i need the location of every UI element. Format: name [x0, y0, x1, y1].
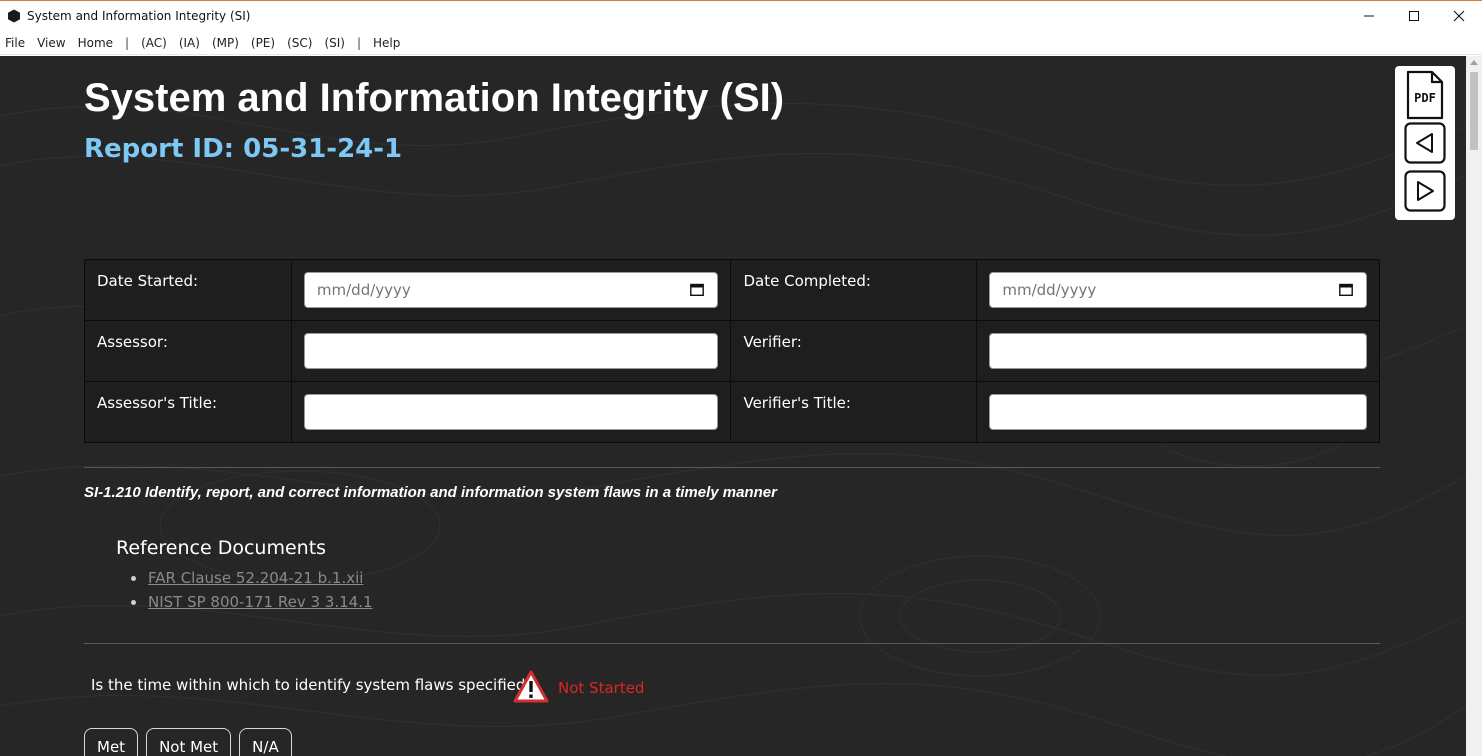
assessor-input[interactable]: [303, 333, 719, 369]
calendar-icon[interactable]: [690, 283, 705, 296]
verifier-title-label: Verifier's Title:: [730, 381, 978, 443]
minimize-icon: [1364, 15, 1374, 17]
reference-link-nist[interactable]: NIST SP 800-171 Rev 3 3.14.1: [148, 593, 373, 611]
question-text: Is the time within which to identify sys…: [91, 676, 534, 694]
vertical-scrollbar[interactable]: [1466, 56, 1482, 756]
date-started-input[interactable]: [303, 272, 719, 308]
date-completed-input[interactable]: [989, 272, 1367, 308]
date-completed-label: Date Completed:: [730, 259, 978, 321]
triangle-right-icon: [1404, 170, 1446, 212]
menu-home[interactable]: Home: [78, 36, 113, 50]
control-title: SI-1.210 Identify, report, and correct i…: [84, 484, 777, 501]
status-text: Not Started: [558, 679, 645, 697]
section-divider: [84, 643, 1380, 644]
list-item: FAR Clause 52.204-21 b.1.xii: [131, 566, 373, 590]
menu-help[interactable]: Help: [373, 36, 400, 50]
menu-ia[interactable]: (IA): [179, 36, 200, 50]
menu-mp[interactable]: (MP): [212, 36, 239, 50]
pdf-label: PDF: [1414, 91, 1436, 105]
bullet-icon: [131, 599, 136, 605]
not-met-button[interactable]: Not Met: [146, 728, 232, 756]
maximize-icon: [1409, 11, 1419, 21]
scroll-up-arrow-icon[interactable]: [1470, 60, 1478, 65]
date-started-label: Date Started:: [84, 259, 292, 321]
section-divider: [84, 467, 1380, 468]
list-item: NIST SP 800-171 Rev 3 3.14.1: [131, 590, 373, 614]
verifier-title-input[interactable]: [989, 394, 1367, 430]
verifier-label: Verifier:: [730, 320, 978, 382]
menu-separator: |: [356, 36, 362, 50]
close-button[interactable]: [1436, 1, 1482, 31]
window-title: System and Information Integrity (SI): [27, 9, 251, 23]
warning-triangle-icon: [513, 670, 549, 703]
pdf-export-button[interactable]: PDF: [1404, 70, 1446, 120]
menu-pe[interactable]: (PE): [251, 36, 275, 50]
close-icon: [1453, 10, 1465, 22]
calendar-icon[interactable]: [1339, 283, 1353, 296]
maximize-button[interactable]: [1391, 1, 1437, 31]
na-button[interactable]: N/A: [239, 728, 292, 756]
menu-file[interactable]: File: [5, 36, 25, 50]
menu-separator: |: [125, 36, 130, 50]
page-title: System and Information Integrity (SI): [84, 76, 785, 120]
assessor-title-label: Assessor's Title:: [84, 381, 292, 443]
reference-link-far[interactable]: FAR Clause 52.204-21 b.1.xii: [148, 569, 363, 587]
triangle-left-icon: [1404, 122, 1446, 164]
assessor-title-input[interactable]: [303, 394, 719, 430]
reference-documents-heading: Reference Documents: [116, 537, 327, 559]
previous-button[interactable]: [1404, 122, 1446, 164]
menu-bar: File View Home | (AC) (IA) (MP) (PE) (SC…: [0, 32, 1482, 55]
next-button[interactable]: [1404, 170, 1446, 212]
bullet-icon: [131, 575, 136, 581]
answer-buttons: Met Not Met N/A: [84, 728, 300, 756]
menu-view[interactable]: View: [37, 36, 65, 50]
minimize-button[interactable]: [1346, 1, 1392, 31]
reference-list: FAR Clause 52.204-21 b.1.xii NIST SP 800…: [131, 566, 373, 614]
assessor-label: Assessor:: [84, 320, 292, 382]
scroll-thumb[interactable]: [1470, 72, 1478, 150]
met-button[interactable]: Met: [84, 728, 139, 756]
app-hexagon-icon: [8, 9, 20, 23]
menu-sc[interactable]: (SC): [287, 36, 312, 50]
title-bar: System and Information Integrity (SI): [0, 0, 1482, 32]
menu-ac[interactable]: (AC): [141, 36, 167, 50]
report-id: Report ID: 05-31-24-1: [84, 134, 403, 164]
assessment-info-table: Date Started: Date Completed: Assessor: …: [84, 259, 1380, 443]
menu-si[interactable]: (SI): [324, 36, 345, 50]
side-toolbar: PDF: [1395, 66, 1455, 220]
verifier-input[interactable]: [989, 333, 1367, 369]
